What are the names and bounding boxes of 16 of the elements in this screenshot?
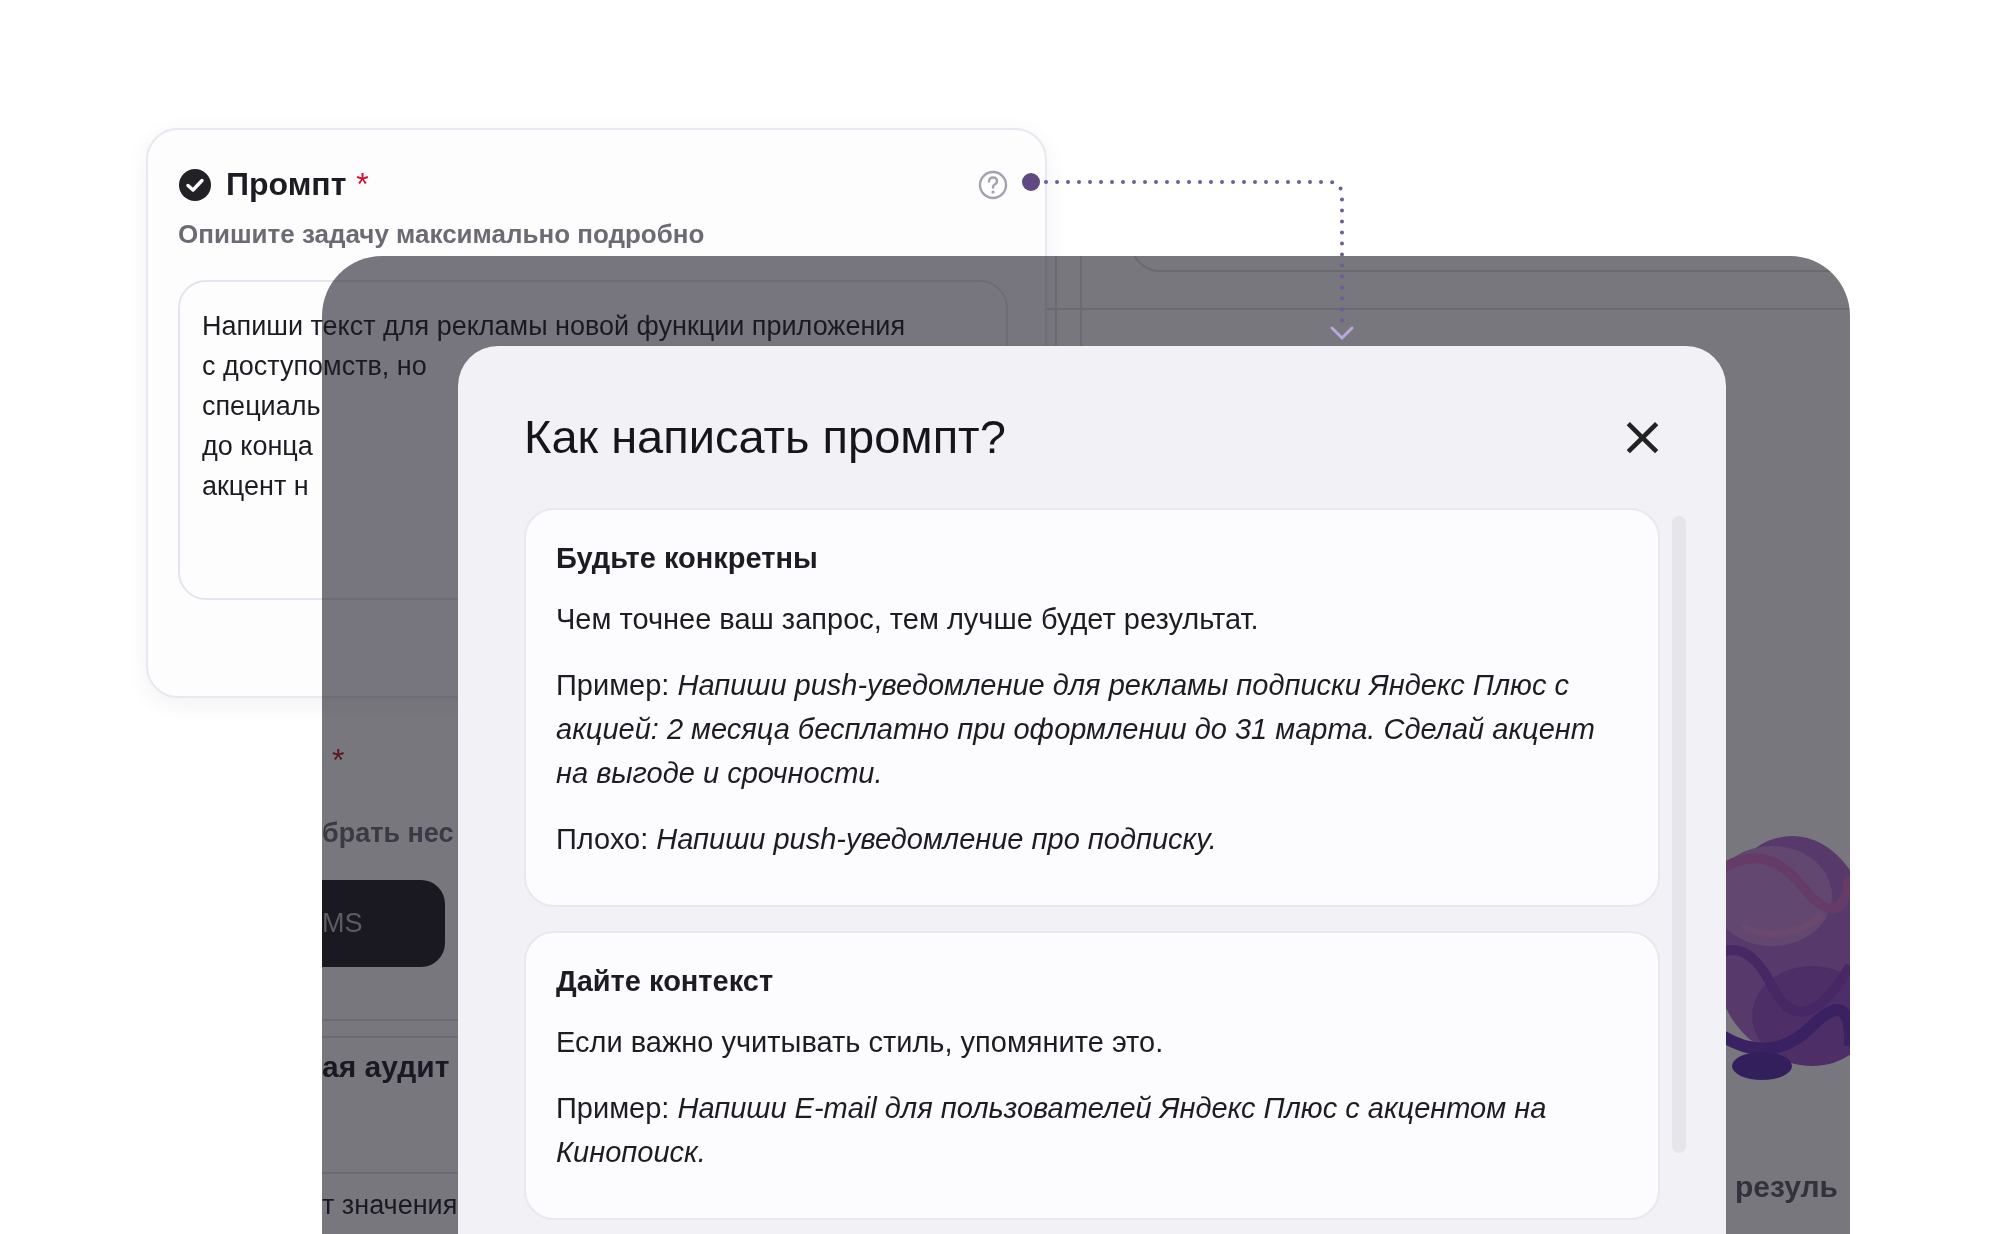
field-hint: брать нес <box>322 818 454 849</box>
field-title: Промпт <box>226 166 347 203</box>
tip-text: Чем точнее ваш запрос, тем лучше будет результат. <box>556 602 1260 637</box>
section-heading: ая аудит <box>322 1050 450 1084</box>
tip-example: Пример: Напиши push-уведомление для рекламы подписки Яндекс Плюс с акцией: 2 месяца бесплатно при оформлении до 31 марта. Сделай акцент на выгоде и срочности. <box>556 668 1596 791</box>
required-mark: * <box>332 742 345 779</box>
field-description: Опишите задачу максимально подробно <box>178 219 706 250</box>
required-mark: * <box>356 166 369 203</box>
field-label: т значения <box>322 1190 458 1221</box>
tip-example: Пример: Напиши E-mail для пользователей Яндекс Плюс с акцентом на Кинопоиск. <box>556 1091 1548 1170</box>
tip-text: Если важно учитывать стиль, упомяните это. <box>556 1025 1165 1060</box>
tip-heading: Будьте конкретны <box>556 542 819 575</box>
tip-heading: Дайте контекст <box>556 965 775 998</box>
tip-bad-example: Плохо: Напиши push-уведомление про подписку. <box>556 822 1218 857</box>
result-label: резуль <box>1735 1170 1838 1204</box>
dialog-title: Как написать промпт? <box>524 408 1006 464</box>
